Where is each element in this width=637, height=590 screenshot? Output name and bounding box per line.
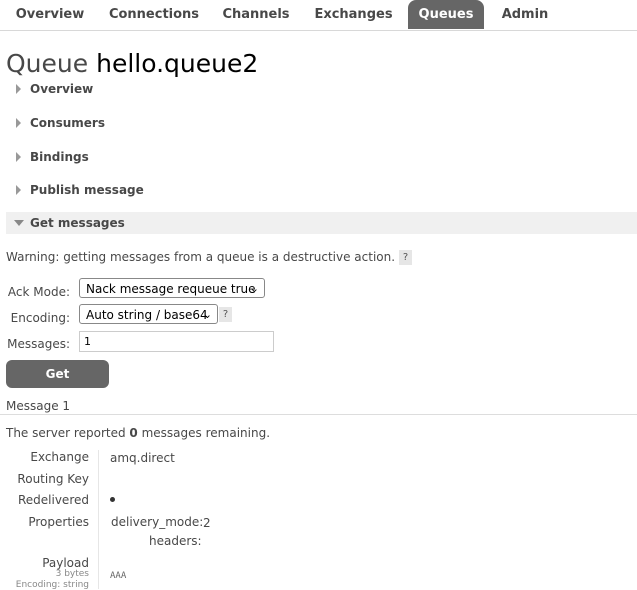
encoding-select[interactable]: Auto string / base64 ⌄ bbox=[79, 304, 218, 324]
ack-mode-value: Nack message requeue true bbox=[86, 282, 256, 296]
tab-exchanges[interactable]: Exchanges bbox=[305, 0, 402, 29]
warning-text: Warning: getting messages from a queue i… bbox=[6, 250, 396, 264]
section-overview[interactable]: Overview bbox=[6, 78, 637, 100]
server-report-prefix: The server reported bbox=[6, 426, 126, 440]
encoding-value: Auto string / base64 bbox=[86, 308, 208, 322]
page-title: Queue hello.queue2 bbox=[6, 49, 258, 78]
payload-label: Payload bbox=[42, 556, 89, 570]
section-overview-label: Overview bbox=[30, 82, 94, 96]
message-title: Message 1 bbox=[6, 399, 71, 413]
page-title-prefix: Queue bbox=[6, 49, 89, 78]
routing-key-label: Routing Key bbox=[17, 472, 89, 486]
expand-right-icon bbox=[16, 118, 21, 128]
server-report-suffix: messages remaining. bbox=[141, 426, 271, 440]
expand-right-icon bbox=[16, 185, 21, 195]
exchange-value: amq.direct bbox=[110, 451, 175, 465]
encoding-help-icon[interactable]: ? bbox=[219, 307, 232, 322]
chevron-down-icon: ⌄ bbox=[249, 282, 259, 295]
messages-count-input[interactable]: 1 bbox=[79, 331, 274, 352]
redelivered-label: Redelivered bbox=[17, 493, 89, 507]
queue-name: hello.queue2 bbox=[96, 49, 259, 78]
headers-key: headers: bbox=[149, 534, 202, 548]
encoding-label: Encoding: bbox=[10, 311, 70, 325]
main-nav: Overview Connections Channels Exchanges … bbox=[0, 0, 637, 31]
section-get-messages-label: Get messages bbox=[30, 216, 125, 230]
server-report: The server reported 0 messages remaining… bbox=[6, 426, 270, 440]
section-consumers-label: Consumers bbox=[30, 116, 105, 130]
delivery-mode-key: delivery_mode: bbox=[111, 515, 204, 529]
section-bindings-label: Bindings bbox=[30, 150, 89, 164]
payload-size: 3 bytes bbox=[55, 569, 89, 579]
delivery-mode-value: 2 bbox=[203, 516, 211, 530]
tab-channels[interactable]: Channels bbox=[213, 0, 299, 29]
chevron-down-icon: ⌄ bbox=[202, 308, 212, 321]
messages-label: Messages: bbox=[7, 337, 70, 351]
help-icon[interactable]: ? bbox=[399, 250, 413, 265]
section-consumers[interactable]: Consumers bbox=[6, 112, 637, 134]
ack-mode-select[interactable]: Nack message requeue true ⌄ bbox=[79, 278, 265, 298]
expand-right-icon bbox=[16, 152, 21, 162]
expand-right-icon bbox=[16, 84, 21, 94]
section-get-messages[interactable]: Get messages bbox=[6, 212, 637, 234]
destructive-warning: Warning: getting messages from a queue i… bbox=[6, 250, 413, 265]
divider bbox=[98, 450, 99, 589]
payload-value: AAA bbox=[110, 571, 127, 581]
tab-admin[interactable]: Admin bbox=[490, 0, 560, 29]
collapse-down-icon bbox=[14, 220, 24, 226]
section-publish-message-label: Publish message bbox=[30, 183, 144, 197]
redelivered-indicator bbox=[110, 497, 115, 502]
section-publish-message[interactable]: Publish message bbox=[6, 179, 637, 201]
tab-queues[interactable]: Queues bbox=[408, 0, 484, 29]
properties-label: Properties bbox=[28, 515, 89, 529]
tab-overview[interactable]: Overview bbox=[5, 0, 95, 29]
divider bbox=[0, 414, 637, 415]
exchange-label: Exchange bbox=[30, 450, 89, 464]
ack-mode-label: Ack Mode: bbox=[7, 285, 70, 299]
remaining-count: 0 bbox=[129, 426, 138, 440]
get-messages-button[interactable]: Get Message(s) bbox=[6, 360, 109, 409]
section-bindings[interactable]: Bindings bbox=[6, 146, 637, 168]
tab-connections[interactable]: Connections bbox=[101, 0, 207, 29]
